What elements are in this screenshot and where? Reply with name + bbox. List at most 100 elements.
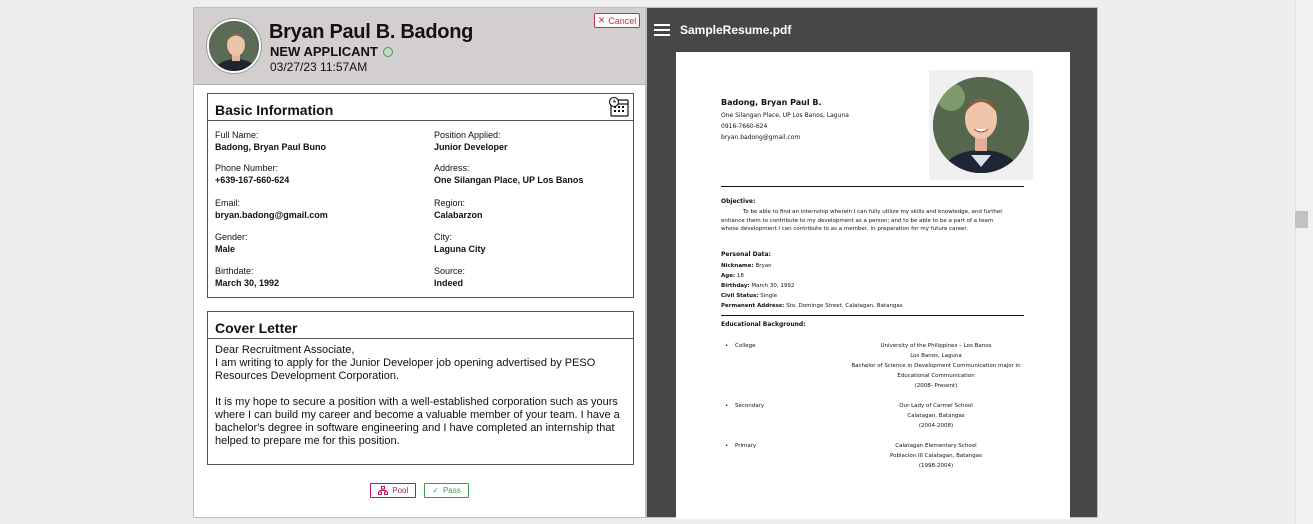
field-value: bryan.badong@gmail.com <box>215 210 328 220</box>
personal-data-list: Nickname: Bryan Age: 18 Birthday: March … <box>721 261 903 311</box>
basic-information-card: Basic Information Full Name: Badong, Bry… <box>207 93 634 298</box>
field-value: One Silangan Place, UP Los Banos <box>434 175 584 185</box>
divider <box>721 315 1024 316</box>
status-indicator-icon <box>382 47 393 57</box>
hierarchy-icon <box>378 486 389 495</box>
personal-item: Permanent Address: Sto. Domingo Street, … <box>721 301 903 311</box>
applicant-name: Bryan Paul B. Badong <box>269 21 474 43</box>
applicant-status: NEW APPLICANT <box>270 44 393 59</box>
pdf-page: Badong, Bryan Paul B. One Silangan Place… <box>676 52 1070 519</box>
education-line: (1998-2004) <box>918 463 954 469</box>
hamburger-menu-icon[interactable] <box>654 24 670 36</box>
field-gender: Gender: Male <box>215 232 248 254</box>
application-timestamp: 03/27/23 11:57AM <box>270 60 368 74</box>
field-phone-number: Phone Number: +639-167-660-624 <box>215 163 289 185</box>
personal-data-title: Personal Data: <box>721 251 771 258</box>
personal-value: Single <box>760 293 778 299</box>
field-label: Email: <box>215 198 241 208</box>
resume-name: Badong, Bryan Paul B. <box>721 98 822 107</box>
field-label: Birthdate: <box>215 266 254 276</box>
education-line: (2008- Present) <box>914 383 958 389</box>
education-details: Calatagan Elementary School Poblacion II… <box>841 441 1031 471</box>
field-full-name: Full Name: Badong, Bryan Paul Buno <box>215 130 326 152</box>
cancel-button[interactable]: ✕ Cancel <box>594 13 640 28</box>
personal-item: Age: 18 <box>721 271 903 281</box>
viewer-toolbar: SampleResume.pdf <box>647 8 1097 52</box>
objective-text: To be able to find an internship wherein… <box>721 208 1003 234</box>
status-label: NEW APPLICANT <box>270 44 378 59</box>
pdf-viewer: SampleResume.pdf Badong, Bryan Paul B. O… <box>646 7 1098 519</box>
resume-address: One Silangan Place, UP Los Banos, Laguna <box>721 112 849 119</box>
education-level: College <box>725 341 755 351</box>
education-line: Calatagan Elementary School <box>895 443 977 449</box>
check-icon: ✓ <box>432 486 439 495</box>
pool-button[interactable]: Pool <box>370 483 417 498</box>
cover-letter-paragraph: It is my hope to secure a position with … <box>215 396 620 447</box>
education-item: Secondary Our Lady of Carmel School Cala… <box>721 401 1024 433</box>
field-label: Position Applied: <box>434 130 501 140</box>
field-label: Source: <box>434 266 466 276</box>
pass-label: Pass <box>442 486 461 495</box>
personal-key: Nickname: <box>721 263 754 269</box>
field-value: Indeed <box>434 278 464 288</box>
scrollbar-thumb[interactable] <box>1295 211 1308 228</box>
education-level: Primary <box>725 441 756 451</box>
education-line: Calatagan, Batangas <box>907 413 965 419</box>
page-scrollbar[interactable] <box>1295 0 1313 524</box>
field-birthdate: Birthdate: March 30, 1992 <box>215 266 279 288</box>
personal-value: March 30, 1992 <box>751 283 795 289</box>
education-item: College University of the Philippines – … <box>721 341 1024 393</box>
objective-title: Objective: <box>721 198 756 205</box>
personal-item: Birthday: March 30, 1992 <box>721 281 903 291</box>
education-line: Los Banos, Laguna <box>910 353 962 359</box>
pass-button[interactable]: ✓ Pass <box>424 483 469 498</box>
personal-item: Nickname: Bryan <box>721 261 903 271</box>
divider <box>721 186 1024 187</box>
field-value: Laguna City <box>434 244 486 254</box>
cancel-label: Cancel <box>608 15 637 26</box>
field-label: City: <box>434 232 452 242</box>
education-details: University of the Philippines – Los Bano… <box>841 341 1031 391</box>
field-value: Junior Developer <box>434 142 508 152</box>
personal-key: Civil Status: <box>721 293 759 299</box>
personal-value: Bryan <box>755 263 772 269</box>
objective-line: enhance them to contribute to my develop… <box>721 217 994 224</box>
education-line: Educational Communication <box>897 373 975 379</box>
education-line: Our Lady of Carmel School <box>899 403 973 409</box>
field-value: March 30, 1992 <box>215 278 280 288</box>
field-value: Male <box>215 244 236 254</box>
field-region: Region: Calabarzon <box>434 198 483 220</box>
pool-label: Pool <box>392 486 409 495</box>
cover-letter-card: Cover Letter Dear Recruitment Associate,… <box>207 311 634 465</box>
education-item: Primary Calatagan Elementary School Pobl… <box>721 441 1024 473</box>
field-value: Calabarzon <box>434 210 483 220</box>
file-name: SampleResume.pdf <box>680 23 792 37</box>
personal-item: Civil Status: Single <box>721 291 903 301</box>
personal-value: 18 <box>736 273 744 279</box>
education-line: Bachelor of Science in Development Commu… <box>851 363 1021 369</box>
education-level: Secondary <box>725 401 764 411</box>
field-label: Full Name: <box>215 130 259 140</box>
education-details: Our Lady of Carmel School Calatagan, Bat… <box>841 401 1031 431</box>
field-address: Address: One Silangan Place, UP Los Bano… <box>434 163 583 185</box>
resume-email: bryan.badong@gmail.com <box>721 134 801 141</box>
education-line: Poblacion III Calatagan, Batangas <box>889 453 982 459</box>
field-source: Source: Indeed <box>434 266 465 288</box>
avatar <box>207 19 261 73</box>
field-label: Phone Number: <box>215 163 279 173</box>
field-label: Region: <box>434 198 466 208</box>
schedule-calendar-icon[interactable] <box>608 97 630 117</box>
basic-information-title: Basic Information <box>208 94 633 121</box>
resume-photo <box>929 70 1033 180</box>
education-title: Educational Background: <box>721 321 806 328</box>
education-line: (2004-2008) <box>918 423 954 429</box>
cover-letter-title: Cover Letter <box>208 312 633 339</box>
personal-key: Age: <box>721 273 736 279</box>
close-icon: ✕ <box>597 15 606 25</box>
objective-line: whose development I can contribute to as… <box>721 226 968 232</box>
resume-phone: 0916-7660-624 <box>721 123 768 130</box>
field-position-applied: Position Applied: Junior Developer <box>434 130 508 152</box>
field-city: City: Laguna City <box>434 232 486 254</box>
personal-key: Birthday: <box>721 283 750 289</box>
applicant-panel: Bryan Paul B. Badong NEW APPLICANT 03/27… <box>193 7 646 518</box>
